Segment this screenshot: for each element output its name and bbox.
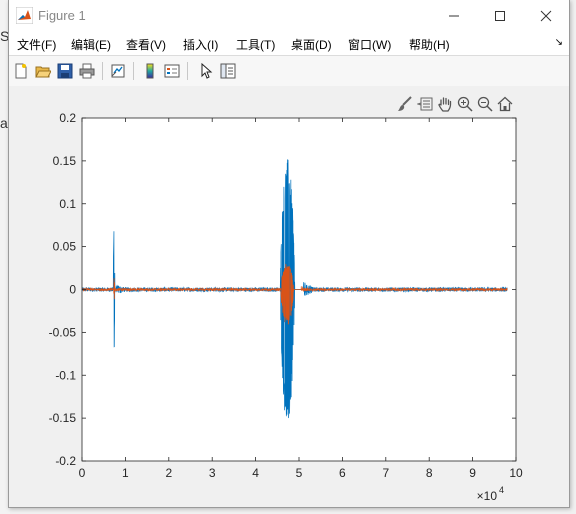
y-tick-label: -0.05	[49, 325, 77, 339]
dock-arrow-icon[interactable]: ↘	[555, 37, 563, 48]
x-exponent-label: ×10	[477, 489, 498, 503]
x-tick-label: 10	[509, 466, 523, 480]
print-button[interactable]	[77, 61, 97, 81]
legend-icon	[164, 64, 180, 78]
y-tick-label: -0.2	[55, 454, 76, 468]
toolbar-separator	[187, 62, 188, 80]
save-icon	[57, 63, 73, 79]
new-figure-button[interactable]	[11, 61, 31, 81]
edit-plot-button[interactable]	[196, 61, 216, 81]
y-tick-label: 0.1	[59, 197, 76, 211]
print-icon	[79, 63, 95, 79]
property-editor-icon	[220, 63, 236, 79]
y-tick-label: 0.05	[53, 240, 77, 254]
minimize-button[interactable]	[431, 0, 477, 31]
x-tick-label: 4	[252, 466, 259, 480]
menu-desktop[interactable]: 桌面(D)	[291, 36, 332, 53]
close-button[interactable]	[523, 0, 569, 31]
menu-help[interactable]: 帮助(H)	[409, 36, 450, 53]
save-button[interactable]	[55, 61, 75, 81]
x-tick-label: 5	[296, 466, 303, 480]
toolbar-separator	[102, 62, 103, 80]
insert-legend-button[interactable]	[162, 61, 182, 81]
minimize-icon	[449, 15, 459, 16]
y-tick-label: 0.15	[53, 154, 77, 168]
menu-edit[interactable]: 编辑(E)	[71, 36, 111, 53]
maximize-button[interactable]	[477, 0, 523, 31]
background-text: a	[0, 115, 8, 131]
figure-toolbar	[9, 55, 569, 87]
x-tick-label: 0	[79, 466, 86, 480]
figure-canvas: 0 1 2 3 4 5 6 7 8 9 10 0.2 0.15 0.1 0.05 0 -0.05 -0.1 -0.1…	[9, 86, 569, 507]
menu-tools[interactable]: 工具(T)	[236, 36, 275, 53]
link-plot-icon	[111, 64, 125, 78]
property-editor-button[interactable]	[218, 61, 238, 81]
window-title: Figure 1	[38, 8, 86, 23]
title-bar[interactable]: Figure 1	[9, 0, 569, 31]
x-tick-label: 2	[165, 466, 172, 480]
matlab-icon	[16, 7, 33, 24]
y-tick-label: 0.2	[59, 111, 76, 125]
figure-window: Figure 1 文件(F) 编辑(E) 查看(V) 插入(I) 工具(T) 桌…	[8, 0, 570, 508]
close-icon	[540, 10, 552, 21]
open-file-icon	[35, 66, 51, 78]
x-exponent: 4	[499, 485, 504, 495]
x-tick-label: 9	[469, 466, 476, 480]
menu-bar: 文件(F) 编辑(E) 查看(V) 插入(I) 工具(T) 桌面(D) 窗口(W…	[9, 31, 569, 55]
toolbar-separator	[133, 62, 134, 80]
maximize-icon	[495, 10, 505, 21]
menu-insert[interactable]: 插入(I)	[183, 36, 218, 53]
y-tick-label: -0.15	[49, 411, 77, 425]
menu-view[interactable]: 查看(V)	[126, 36, 166, 53]
x-tick-label: 6	[339, 466, 346, 480]
x-tick-label: 1	[122, 466, 129, 480]
pointer-icon	[201, 63, 213, 79]
open-file-button[interactable]	[33, 61, 53, 81]
link-plot-button[interactable]	[108, 61, 128, 81]
x-tick-label: 8	[426, 466, 433, 480]
colorbar-icon	[146, 63, 154, 79]
menu-file[interactable]: 文件(F)	[17, 36, 56, 53]
x-tick-label: 7	[382, 466, 389, 480]
menu-window[interactable]: 窗口(W)	[348, 36, 391, 53]
plot-axes[interactable]: 0 1 2 3 4 5 6 7 8 9 10 0.2 0.15 0.1 0.05 0 -0.05 -0.1 -0.1…	[9, 86, 569, 507]
y-tick-label: 0	[69, 283, 76, 297]
new-figure-icon	[15, 63, 27, 79]
x-tick-label: 3	[209, 466, 216, 480]
y-tick-label: -0.1	[55, 368, 76, 382]
insert-colorbar-button[interactable]	[140, 61, 160, 81]
